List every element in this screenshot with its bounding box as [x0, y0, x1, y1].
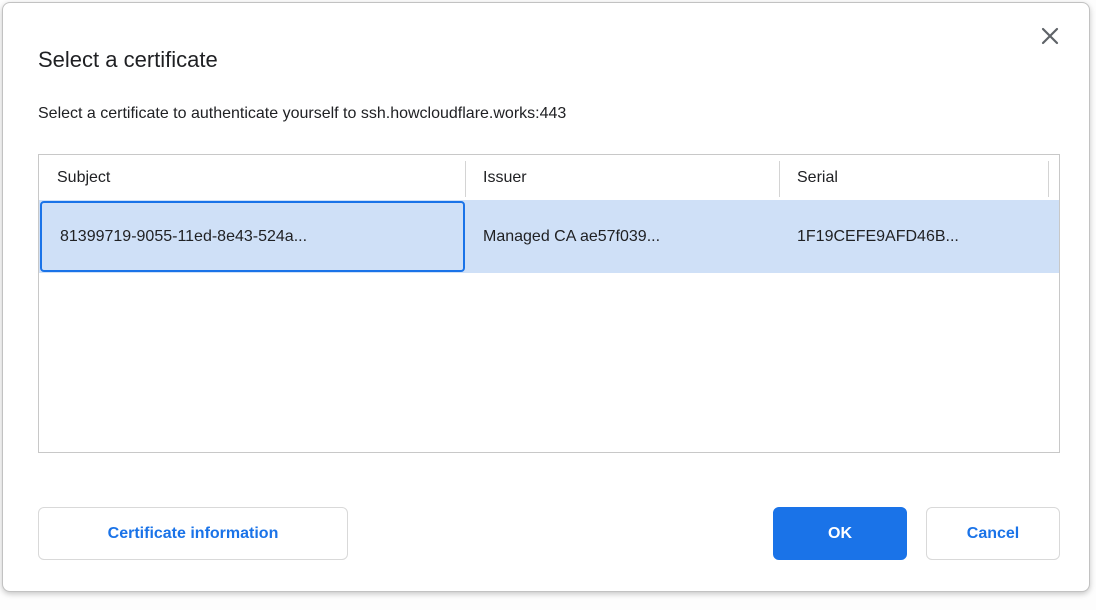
header-divider: [779, 161, 780, 197]
cell-serial[interactable]: 1F19CEFE9AFD46B...: [779, 200, 1059, 273]
dialog-subtitle: Select a certificate to authenticate you…: [38, 103, 566, 125]
page-title: Select a certificate: [38, 45, 218, 75]
certificate-information-button[interactable]: Certificate information: [38, 507, 348, 560]
header-divider: [1048, 161, 1049, 197]
table-header: Subject Issuer Serial: [39, 155, 1059, 200]
close-icon: [1041, 27, 1059, 45]
cell-issuer[interactable]: Managed CA ae57f039...: [465, 200, 779, 273]
header-divider: [465, 161, 466, 197]
cell-subject[interactable]: 81399719-9055-11ed-8e43-524a...: [40, 201, 465, 272]
column-header-issuer: Issuer: [465, 169, 779, 187]
certificate-row-selected[interactable]: 81399719-9055-11ed-8e43-524a... Managed …: [39, 200, 1059, 273]
cancel-button[interactable]: Cancel: [926, 507, 1060, 560]
certificate-select-dialog: Select a certificate Select a certificat…: [2, 2, 1090, 592]
certificate-table: Subject Issuer Serial 81399719-9055-11ed…: [38, 154, 1060, 453]
ok-button[interactable]: OK: [773, 507, 907, 560]
column-header-subject: Subject: [39, 169, 465, 187]
column-header-serial: Serial: [779, 169, 1059, 187]
close-button[interactable]: [1039, 25, 1061, 47]
